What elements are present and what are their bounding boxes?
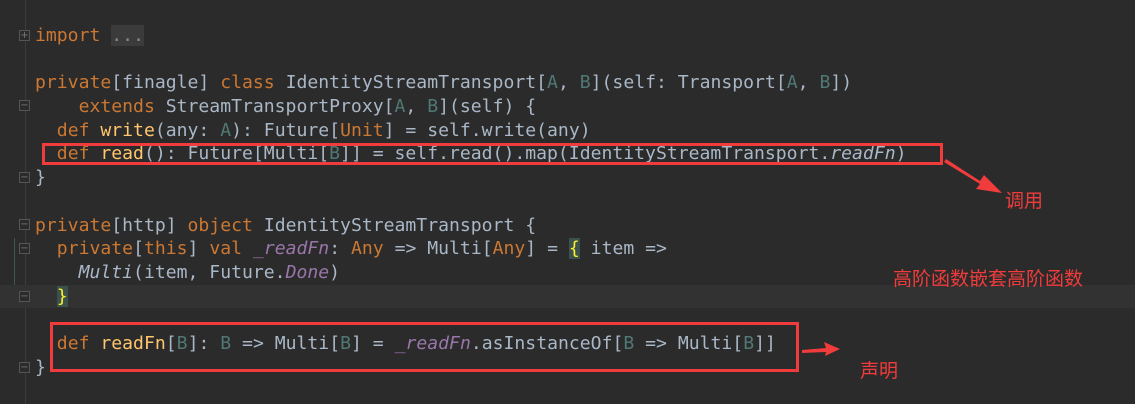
fold-collapse-icon[interactable]: − bbox=[19, 172, 30, 183]
code-token: , bbox=[797, 72, 820, 94]
annotation-call: 调用 bbox=[1005, 190, 1044, 212]
code-token: A bbox=[220, 119, 232, 141]
code-line[interactable] bbox=[35, 190, 907, 214]
fold-collapse-icon[interactable]: − bbox=[19, 100, 30, 111]
fold-collapse-icon[interactable]: − bbox=[19, 219, 30, 230]
code-token: A bbox=[547, 72, 558, 94]
code-token: IdentityStreamTransport { bbox=[263, 214, 537, 236]
code-token: B bbox=[579, 72, 591, 94]
code-token: ](self: Transport[ bbox=[590, 72, 787, 94]
folded-imports[interactable]: ... bbox=[111, 25, 144, 46]
code-token: => Multi[ bbox=[383, 238, 493, 260]
code-token: _readFn bbox=[252, 238, 330, 260]
code-token: (item, Future. bbox=[133, 261, 286, 283]
code-token: } bbox=[35, 356, 46, 378]
code-token: val bbox=[209, 238, 253, 260]
code-token: B bbox=[819, 72, 831, 94]
code-token: Multi bbox=[78, 261, 134, 283]
code-token: , bbox=[557, 72, 580, 94]
code-token: Any bbox=[350, 238, 384, 260]
code-token: extends bbox=[78, 96, 166, 118]
code-token: [ bbox=[133, 238, 144, 260]
code-token: A bbox=[394, 96, 406, 118]
code-token: ): Future[ bbox=[231, 119, 341, 141]
arrow-icon bbox=[802, 342, 840, 356]
code-token: this bbox=[143, 238, 188, 260]
fold-expand-icon[interactable]: + bbox=[19, 30, 30, 41]
code-token: Done bbox=[285, 261, 330, 283]
code-line[interactable]: private[http] object IdentityStreamTrans… bbox=[35, 214, 907, 238]
fold-collapse-icon[interactable]: − bbox=[19, 291, 30, 302]
code-token: write bbox=[100, 119, 155, 141]
code-token: ](self) { bbox=[438, 96, 537, 118]
code-line[interactable]: } bbox=[35, 166, 907, 190]
code-token: Any bbox=[492, 238, 526, 260]
annotation-declare: 声明 bbox=[860, 360, 899, 382]
highlight-box-declare bbox=[50, 322, 799, 372]
code-token: private bbox=[35, 214, 112, 236]
fold-collapse-icon[interactable]: − bbox=[19, 243, 30, 254]
code-token: A bbox=[786, 72, 798, 94]
code-line[interactable]: Multi(item, Future.Done) bbox=[35, 261, 907, 285]
gutter-divider bbox=[25, 0, 26, 404]
code-token: [finagle] bbox=[111, 72, 221, 94]
code-token: , bbox=[405, 96, 428, 118]
code-line[interactable]: import ... bbox=[35, 24, 907, 48]
code-token: item => bbox=[579, 238, 667, 260]
code-line[interactable]: } bbox=[35, 285, 907, 309]
code-token: ) bbox=[329, 261, 341, 283]
arrow-icon bbox=[944, 159, 1002, 193]
annotation-nested: 高阶函数嵌套高阶函数 bbox=[893, 268, 1084, 290]
code-token: class bbox=[220, 72, 286, 94]
highlight-box-call bbox=[42, 143, 943, 165]
code-token: StreamTransportProxy[ bbox=[165, 96, 395, 118]
code-token: [http] bbox=[111, 214, 188, 236]
code-token: : bbox=[329, 238, 351, 260]
code-token: } bbox=[35, 167, 46, 189]
code-token: object bbox=[187, 214, 264, 236]
code-line[interactable] bbox=[35, 48, 907, 72]
code-token: def bbox=[56, 119, 101, 141]
code-line[interactable]: def write(any: A): Future[Unit] = self.w… bbox=[35, 119, 907, 143]
code-line[interactable]: private[this] val _readFn: Any => Multi[… bbox=[35, 237, 907, 261]
code-token: private bbox=[56, 238, 134, 260]
code-token: import bbox=[35, 25, 101, 46]
code-token: private bbox=[35, 72, 112, 94]
code-line[interactable]: extends StreamTransportProxy[A, B](self)… bbox=[35, 95, 907, 119]
code-token: ]) bbox=[830, 72, 853, 94]
code-token: ] = bbox=[525, 238, 569, 260]
code-token: IdentityStreamTransport[ bbox=[285, 72, 548, 94]
code-line[interactable]: private[finagle] class IdentityStreamTra… bbox=[35, 71, 907, 95]
code-token: Unit bbox=[340, 119, 384, 141]
code-token: } bbox=[56, 285, 68, 307]
fold-collapse-icon[interactable]: − bbox=[19, 362, 30, 373]
code-token: ] bbox=[187, 238, 210, 260]
code-token: { bbox=[568, 238, 580, 260]
code-token: (any: bbox=[154, 119, 221, 141]
code-token: ] = self.write(any) bbox=[383, 119, 591, 141]
code-token: B bbox=[427, 96, 439, 118]
